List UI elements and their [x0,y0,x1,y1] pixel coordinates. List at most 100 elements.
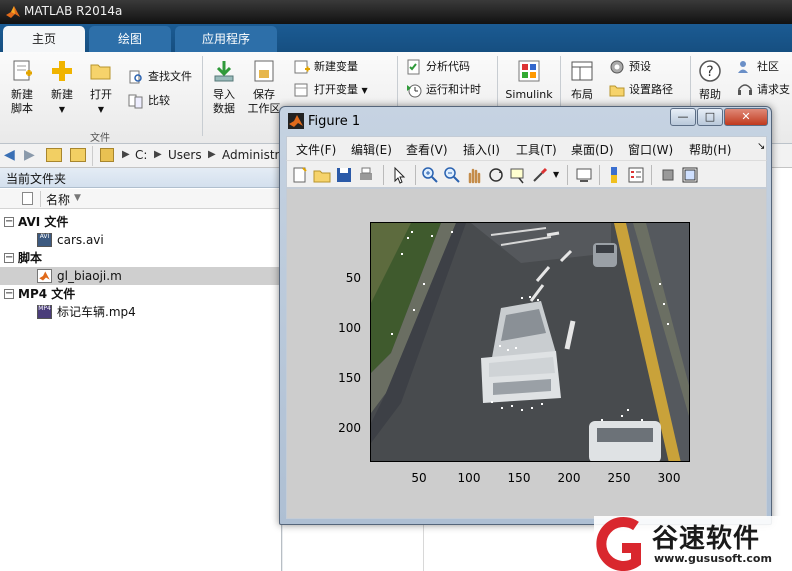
new-script-button[interactable]: 新建 脚本 [4,58,40,116]
community-icon [738,61,748,73]
rotate-3d-icon[interactable] [487,166,505,184]
figure-canvas[interactable]: 50 100 150 200 50 100 150 200 250 300 [286,188,767,519]
pan-hand-icon[interactable] [465,166,483,184]
save-workspace-button[interactable]: 保存 工作区 [246,58,282,116]
toolbar-divider [651,165,652,185]
new-button[interactable]: 新建 ▼ [45,58,79,117]
show-plot-tools-icon[interactable] [681,166,699,184]
path-segment-user[interactable]: Administr [222,148,279,162]
community-label: 社区 [757,60,779,73]
brush-icon[interactable] [531,166,549,184]
figure-window[interactable]: Figure 1 — □ ✕ 文件(F) 编辑(E) 查看(V) 插入(I) 工… [279,106,772,525]
pointer-icon[interactable] [391,166,409,184]
analyze-code-button[interactable]: 分析代码 [406,58,470,76]
import-data-label: 导入 数据 [213,88,235,115]
brush-dropdown-icon[interactable]: ▼ [553,170,559,179]
back-icon[interactable]: ◀ [4,147,15,163]
data-cursor-icon[interactable] [509,166,527,184]
colorbar-icon[interactable] [605,166,623,184]
layout-button[interactable]: 布局 [566,58,598,102]
watermark-url: www.gususoft.com [654,552,772,565]
help-button[interactable]: ? 帮助 [694,58,726,102]
collapse-icon[interactable]: − [4,217,14,227]
figure-title: Figure 1 [308,114,361,129]
menu-view[interactable]: 查看(V) [406,141,448,158]
avi-file-icon: AVI [37,233,52,247]
file-item[interactable]: gl_biaoji.m [0,267,282,285]
find-files-button[interactable]: 查找文件 [128,68,192,86]
import-data-button[interactable]: 导入 数据 [208,58,240,116]
compare-button[interactable]: 比较 [128,92,170,110]
column-name-header[interactable]: 名称 [46,191,70,208]
app-title: MATLAB R2014a [24,4,123,18]
path-separator-icon: ▶ [154,149,162,160]
address-divider [92,146,93,166]
column-divider [40,191,41,207]
y-tick-label: 50 [345,271,361,285]
zoom-in-icon[interactable] [421,166,439,184]
browse-folder-icon[interactable] [70,148,86,162]
tab-home[interactable]: 主页 [3,26,85,52]
column-header-row: 名称 ▼ [0,189,282,209]
legend-icon[interactable] [627,166,645,184]
menu-desktop[interactable]: 桌面(D) [571,141,614,158]
minimize-button[interactable]: — [670,108,696,126]
hide-plot-tools-icon[interactable] [659,166,677,184]
close-button[interactable]: ✕ [724,108,768,126]
title-bar: MATLAB R2014a [0,0,792,24]
group-avi[interactable]: − AVI 文件 [0,213,282,231]
forward-icon[interactable]: ▶ [24,147,35,163]
axes-image[interactable] [370,222,690,462]
layout-icon [571,61,593,81]
simulink-button[interactable]: Simulink [503,58,555,102]
file-item[interactable]: MP4 标记车辆.mp4 [0,303,282,321]
figure-matlab-icon [288,113,304,129]
open-file-icon[interactable] [313,166,331,184]
set-path-button[interactable]: 设置路径 [609,81,673,99]
save-icon[interactable] [335,166,353,184]
file-item[interactable]: AVI cars.avi [0,231,282,249]
new-figure-icon[interactable] [291,166,309,184]
collapse-icon[interactable]: − [4,253,14,263]
menu-file[interactable]: 文件(F) [296,141,336,158]
ribbon-divider [202,56,203,136]
menu-window[interactable]: 窗口(W) [628,141,673,158]
run-and-time-button[interactable]: 运行和计时 [406,81,481,99]
dock-arrow-icon[interactable]: ↘ [757,141,765,152]
path-segment-drive[interactable]: C: [135,148,147,162]
group-scripts[interactable]: − 脚本 [0,249,282,267]
zoom-out-icon[interactable] [443,166,461,184]
open-variable-icon [294,83,308,97]
analyze-code-icon [407,59,420,75]
collapse-icon[interactable]: − [4,289,14,299]
community-button[interactable]: 社区 [737,58,779,76]
open-variable-button[interactable]: 打开变量 ▼ [294,81,368,99]
tab-apps[interactable]: 应用程序 [175,26,277,52]
link-plot-icon[interactable] [575,166,593,184]
new-variable-button[interactable]: 新建变量 [294,58,358,76]
menu-edit[interactable]: 编辑(E) [351,141,392,158]
open-label: 打开 [90,88,112,101]
up-folder-icon[interactable] [46,148,62,162]
open-button[interactable]: 打开 ▼ [84,58,118,117]
figure-toolbar: ▼ [286,160,767,188]
menu-help[interactable]: 帮助(H) [689,141,731,158]
tab-plots[interactable]: 绘图 [89,26,171,52]
help-icon: ? [699,60,721,82]
run-and-time-label: 运行和计时 [426,83,481,96]
current-folder-header: 当前文件夹 [0,168,282,188]
new-label: 新建 [51,88,73,101]
print-icon[interactable] [357,166,375,184]
preferences-button[interactable]: 预设 [609,58,651,76]
find-files-icon [129,70,142,84]
analyze-code-label: 分析代码 [426,60,470,73]
menu-insert[interactable]: 插入(I) [463,141,500,158]
help-label: 帮助 [699,88,721,101]
set-path-label: 设置路径 [629,83,673,96]
x-tick-label: 100 [457,471,481,485]
maximize-button[interactable]: □ [697,108,723,126]
group-mp4[interactable]: − MP4 文件 [0,285,282,303]
menu-tools[interactable]: 工具(T) [516,141,557,158]
path-segment-users[interactable]: Users [168,148,202,162]
request-support-button[interactable]: 请求支 [737,81,790,99]
